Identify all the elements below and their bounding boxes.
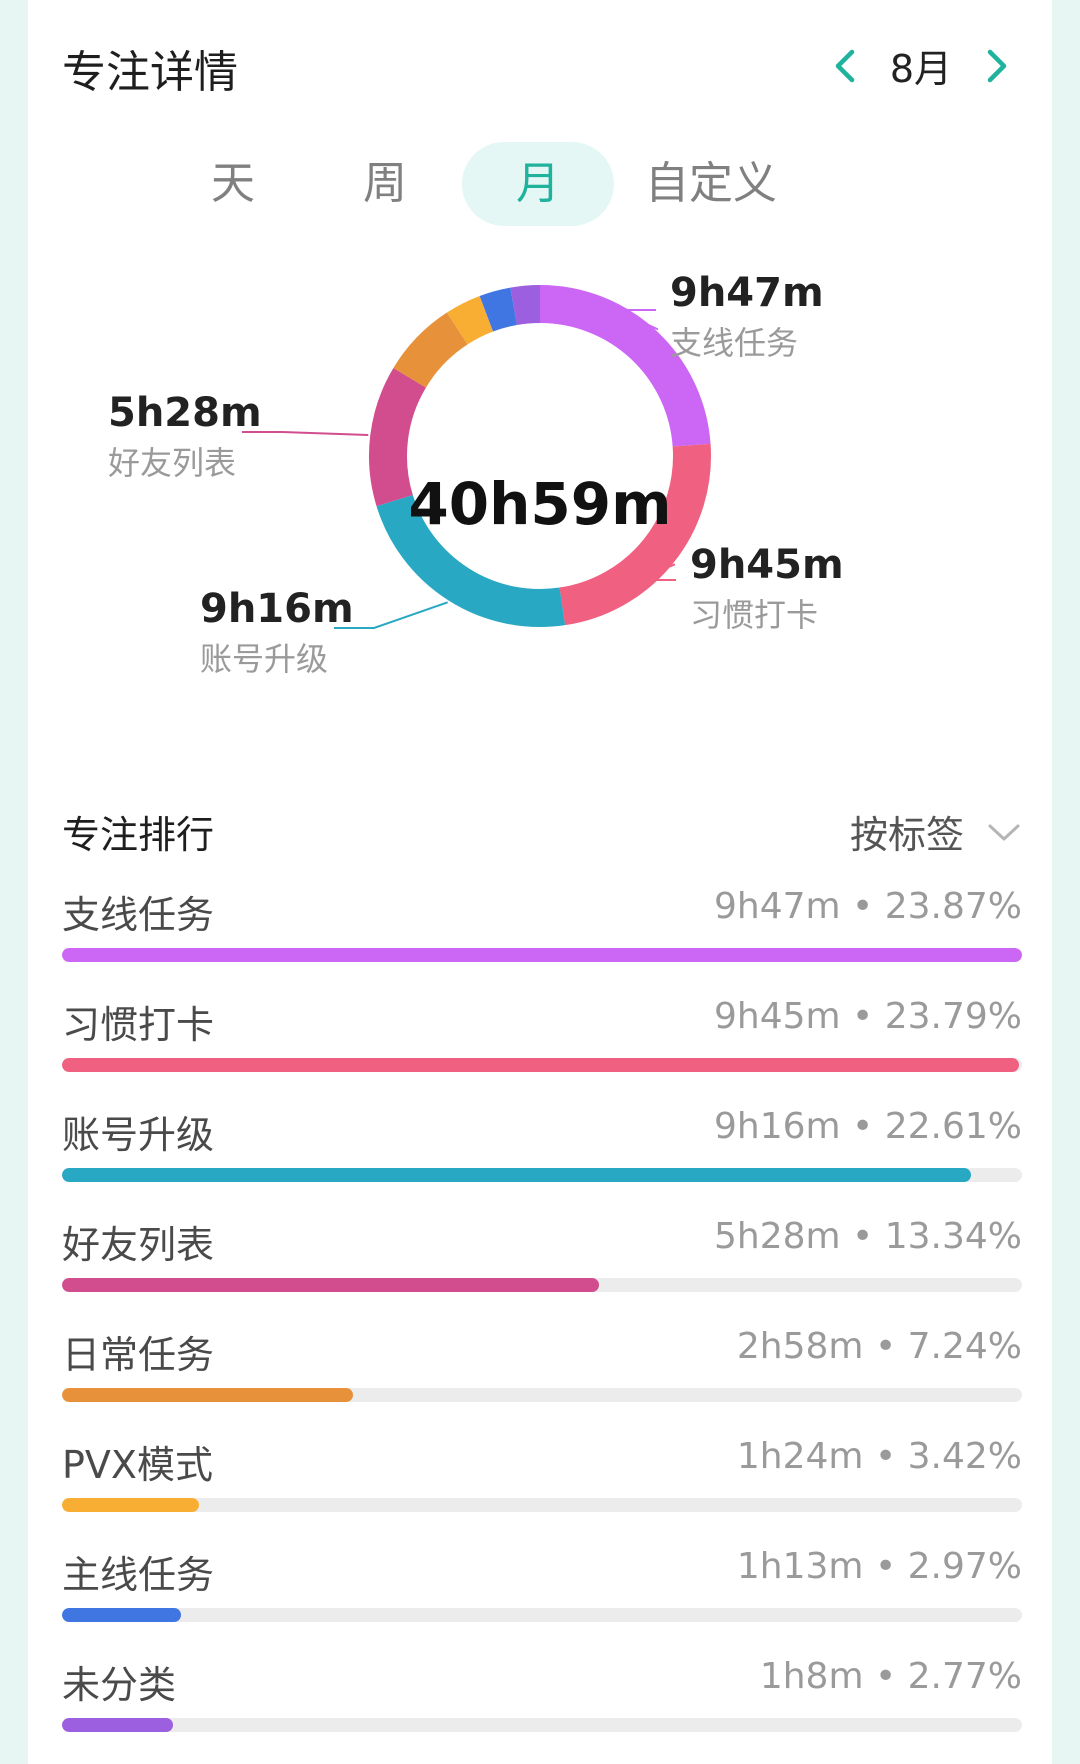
callout-value: 9h47m (670, 270, 824, 316)
callout-label: 账号升级 (200, 640, 329, 678)
row-name: 支线任务 (62, 893, 215, 937)
row-name: 主线任务 (62, 1553, 215, 1597)
ranking-row[interactable]: 日常任务 2h58m • 7.24% (62, 1324, 1022, 1424)
ranking-header: 专注排行 按标签 (62, 800, 1022, 860)
callout-label: 支线任务 (670, 324, 799, 362)
callout-friends: 5h28m 好友列表 (108, 390, 262, 484)
row-stat: 9h47m • 23.87% (714, 886, 1022, 927)
month-label: 8月 (889, 47, 952, 91)
focus-detail-card: 专注详情 8月 天 周 月 自定义 40h59m 9h47m 支线任务 9h45… (28, 0, 1052, 1764)
row-stat: 2h58m • 7.24% (736, 1326, 1022, 1367)
row-stat: 9h16m • 22.61% (714, 1106, 1022, 1147)
callout-label: 习惯打卡 (690, 596, 819, 634)
chevron-down-icon (988, 824, 1020, 840)
ranking-row[interactable]: 好友列表 5h28m • 13.34% (62, 1214, 1022, 1314)
tab-month[interactable]: 月 (462, 142, 614, 226)
row-name: 日常任务 (62, 1333, 215, 1377)
row-stat: 1h24m • 3.42% (736, 1436, 1022, 1477)
row-stat: 1h8m • 2.77% (759, 1656, 1022, 1697)
progress-track (62, 1058, 1022, 1072)
period-tabs: 天 周 月 自定义 (28, 142, 1052, 226)
row-name: 好友列表 (62, 1223, 215, 1267)
ranking-row[interactable]: 账号升级 9h16m • 22.61% (62, 1104, 1022, 1204)
ranking-row[interactable]: 主线任务 1h13m • 2.97% (62, 1544, 1022, 1644)
row-stat: 9h45m • 23.79% (714, 996, 1022, 1037)
progress-track (62, 1388, 1022, 1402)
tab-day[interactable]: 天 (178, 142, 288, 226)
progress-fill (62, 1498, 200, 1512)
donut-segment-5 (446, 295, 494, 345)
callout-value: 9h45m (690, 542, 844, 588)
callout-label: 好友列表 (108, 444, 237, 482)
tab-custom[interactable]: 自定义 (636, 142, 786, 226)
row-stat: 1h13m • 2.97% (736, 1546, 1022, 1587)
month-navigator: 8月 (826, 38, 1016, 93)
donut-chart: 40h59m 9h47m 支线任务 9h45m 习惯打卡 9h16m 账号升级 … (28, 270, 1052, 770)
row-name: 账号升级 (62, 1113, 215, 1157)
ranking-row[interactable]: PVX模式 1h24m • 3.42% (62, 1434, 1022, 1534)
progress-track (62, 1608, 1022, 1622)
donut-segment-7 (510, 285, 541, 326)
callout-habit: 9h45m 习惯打卡 (690, 542, 844, 636)
chevron-right-icon[interactable] (976, 44, 1016, 88)
donut-segment-4 (393, 312, 469, 389)
progress-track (62, 1718, 1022, 1732)
total-focus-time: 40h59m (408, 470, 672, 538)
chevron-left-icon[interactable] (826, 44, 866, 88)
row-name: 未分类 (62, 1663, 177, 1707)
progress-track (62, 1278, 1022, 1292)
callout-account: 9h16m 账号升级 (200, 586, 354, 680)
ranking-row[interactable]: 未分类 1h8m • 2.77% (62, 1654, 1022, 1754)
callout-value: 9h16m (200, 586, 354, 632)
ranking-row[interactable]: 习惯打卡 9h45m • 23.79% (62, 994, 1022, 1094)
page-title: 专注详情 (62, 47, 238, 98)
progress-fill (62, 1278, 599, 1292)
ranking-title: 专注排行 (62, 813, 215, 857)
progress-fill (62, 1168, 972, 1182)
tab-week[interactable]: 周 (330, 142, 440, 226)
callout-side-quest: 9h47m 支线任务 (670, 270, 824, 364)
progress-fill (62, 1608, 182, 1622)
progress-fill (62, 948, 1022, 962)
callout-value: 5h28m (108, 390, 262, 436)
sort-dropdown[interactable]: 按标签 (850, 804, 1022, 859)
row-name: 习惯打卡 (62, 1003, 215, 1047)
row-stat: 5h28m • 13.34% (714, 1216, 1022, 1257)
progress-track (62, 1498, 1022, 1512)
donut-segment-0 (539, 285, 711, 447)
row-name: PVX模式 (62, 1443, 213, 1487)
progress-fill (62, 1718, 174, 1732)
progress-track (62, 1168, 1022, 1182)
sort-label: 按标签 (849, 813, 964, 857)
ranking-row[interactable]: 支线任务 9h47m • 23.87% (62, 884, 1022, 984)
donut-segment-6 (479, 287, 518, 332)
progress-track (62, 948, 1022, 962)
progress-fill (62, 1388, 353, 1402)
progress-fill (62, 1058, 1020, 1072)
